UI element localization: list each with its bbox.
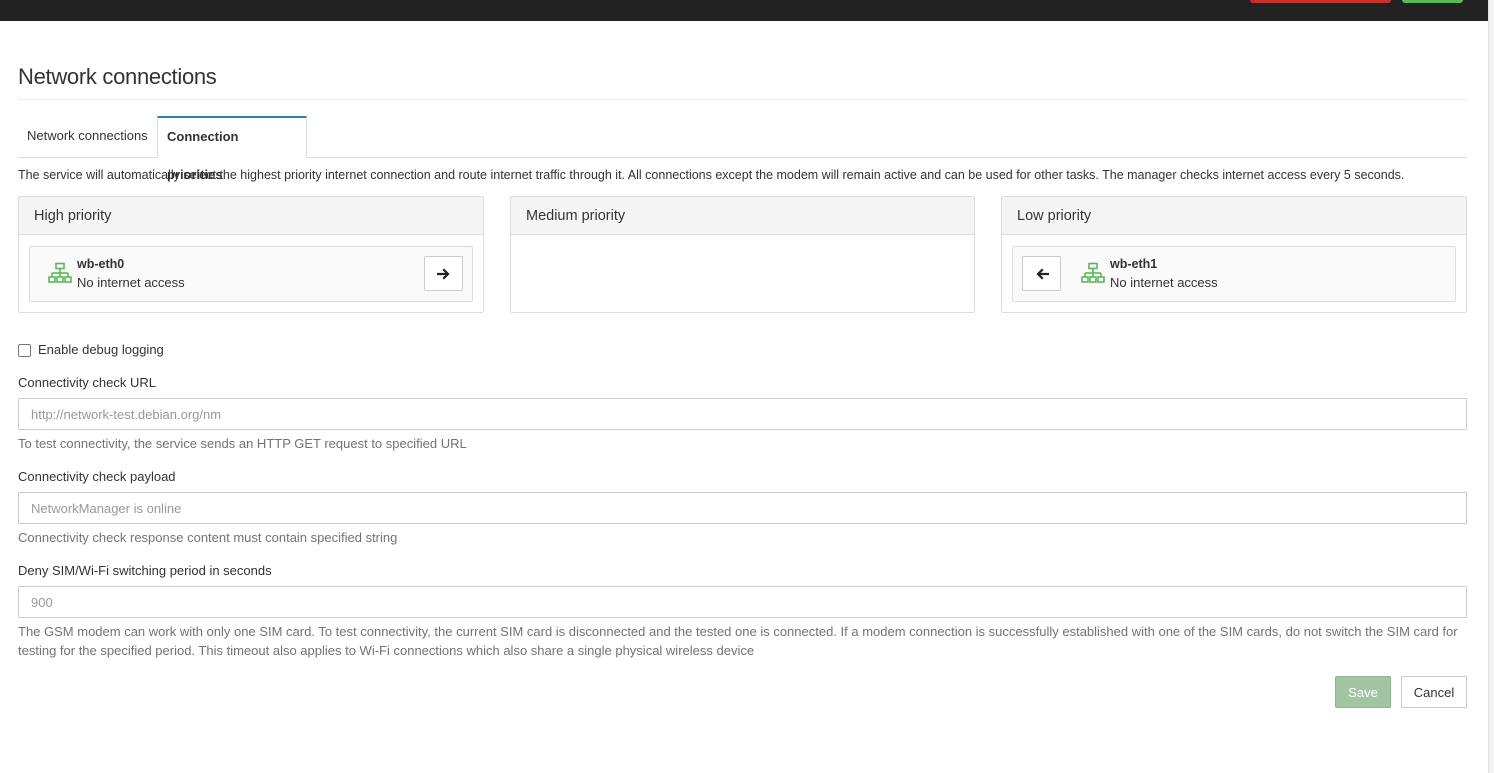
top-navbar bbox=[0, 0, 1494, 21]
high-priority-panel: High priority wb-eth0 No internet access bbox=[18, 196, 484, 313]
tab-connection-priorities[interactable]: Connection priorities bbox=[157, 116, 307, 182]
panel-heading: Low priority bbox=[1002, 197, 1466, 235]
low-priority-panel: Low priority wb-eth1 No internet access bbox=[1001, 196, 1467, 313]
connection-status: No internet access bbox=[77, 275, 185, 290]
move-right-button[interactable] bbox=[424, 256, 463, 291]
navbar-success-button[interactable] bbox=[1402, 0, 1463, 3]
debug-logging-label: Enable debug logging bbox=[38, 342, 164, 357]
tab-network-connections[interactable]: Network connections bbox=[18, 116, 157, 158]
panel-heading: Medium priority bbox=[511, 197, 974, 235]
panel-heading: High priority bbox=[19, 197, 483, 235]
arrow-left-icon bbox=[1035, 267, 1049, 280]
debug-logging-checkbox[interactable] bbox=[18, 344, 31, 357]
connection-item-wb-eth1[interactable]: wb-eth1 No internet access bbox=[1012, 246, 1456, 302]
page-title: Network connections bbox=[18, 64, 217, 89]
connection-name: wb-eth0 bbox=[77, 257, 125, 271]
priorities-description: The service will automatically select th… bbox=[18, 168, 1405, 182]
deny-period-label: Deny SIM/Wi-Fi switching period in secon… bbox=[18, 563, 272, 578]
medium-priority-panel: Medium priority bbox=[510, 196, 975, 313]
deny-period-help: The GSM modem can work with only one SIM… bbox=[18, 624, 1458, 658]
connection-item-wb-eth0[interactable]: wb-eth0 No internet access bbox=[29, 246, 473, 302]
check-payload-input[interactable] bbox=[18, 492, 1467, 524]
connection-name: wb-eth1 bbox=[1110, 257, 1158, 271]
check-url-input[interactable] bbox=[18, 398, 1467, 430]
ethernet-network-icon bbox=[47, 262, 73, 286]
scrollbar[interactable] bbox=[1488, 0, 1494, 773]
move-left-button[interactable] bbox=[1022, 256, 1061, 291]
check-payload-label: Connectivity check payload bbox=[18, 469, 176, 484]
ethernet-network-icon bbox=[1080, 262, 1106, 286]
arrow-right-icon bbox=[436, 267, 450, 280]
tab-bar: Network connections Connection prioritie… bbox=[18, 116, 1467, 182]
debug-logging-row[interactable]: Enable debug logging bbox=[18, 342, 164, 357]
navbar-danger-button[interactable] bbox=[1250, 0, 1391, 3]
save-button[interactable]: Save bbox=[1335, 676, 1391, 708]
deny-period-input[interactable] bbox=[18, 586, 1467, 618]
check-url-label: Connectivity check URL bbox=[18, 375, 156, 390]
check-payload-help: Connectivity check response content must… bbox=[18, 530, 398, 545]
check-url-help: To test connectivity, the service sends … bbox=[18, 436, 467, 451]
cancel-button[interactable]: Cancel bbox=[1401, 676, 1467, 708]
connection-status: No internet access bbox=[1110, 275, 1218, 290]
title-divider bbox=[18, 99, 1467, 100]
